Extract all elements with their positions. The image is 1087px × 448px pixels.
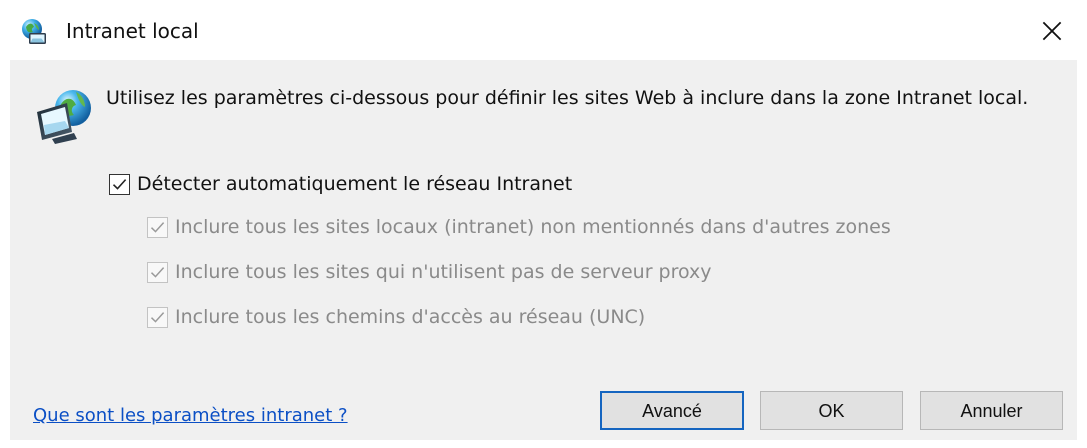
globe-computer-icon: [20, 18, 48, 46]
ok-button[interactable]: OK: [760, 391, 903, 430]
dialog-body: Utilisez les paramètres ci-dessous pour …: [10, 60, 1077, 440]
include-unc-paths-label: Inclure tous les chemins d'accès au rése…: [175, 306, 646, 328]
include-no-proxy-sites-option[interactable]: Inclure tous les sites qui n'utilisent p…: [147, 261, 712, 283]
auto-detect-intranet-label: Détecter automatiquement le réseau Intra…: [137, 173, 573, 195]
include-no-proxy-sites-label: Inclure tous les sites qui n'utilisent p…: [175, 261, 712, 283]
checkmark-icon: [150, 221, 165, 233]
title-bar[interactable]: Intranet local: [0, 0, 1087, 60]
include-local-sites-option[interactable]: Inclure tous les sites locaux (intranet)…: [147, 216, 891, 238]
checkmark-icon: [150, 311, 165, 323]
intro-text: Utilisez les paramètres ci-dessous pour …: [106, 87, 1029, 109]
include-no-proxy-sites-checkbox[interactable]: [147, 261, 168, 283]
window-title: Intranet local: [66, 19, 199, 43]
intranet-local-dialog: Intranet local Utilisez les paramètres c…: [0, 0, 1087, 448]
checkmark-icon: [112, 178, 127, 190]
auto-detect-intranet-checkbox[interactable]: [109, 173, 130, 195]
close-button[interactable]: [1035, 14, 1069, 48]
advanced-button[interactable]: Avancé: [600, 391, 744, 430]
auto-detect-intranet-option[interactable]: Détecter automatiquement le réseau Intra…: [109, 173, 572, 195]
close-icon: [1042, 21, 1062, 41]
include-unc-paths-option[interactable]: Inclure tous les chemins d'accès au rése…: [147, 306, 645, 328]
intranet-settings-help-link[interactable]: Que sont les paramètres intranet ?: [33, 403, 348, 429]
include-local-sites-checkbox[interactable]: [147, 216, 168, 238]
checkmark-icon: [150, 266, 165, 278]
globe-monitor-icon: [34, 82, 96, 144]
cancel-button[interactable]: Annuler: [920, 391, 1063, 430]
include-unc-paths-checkbox[interactable]: [147, 306, 168, 328]
include-local-sites-label: Inclure tous les sites locaux (intranet)…: [175, 216, 891, 238]
